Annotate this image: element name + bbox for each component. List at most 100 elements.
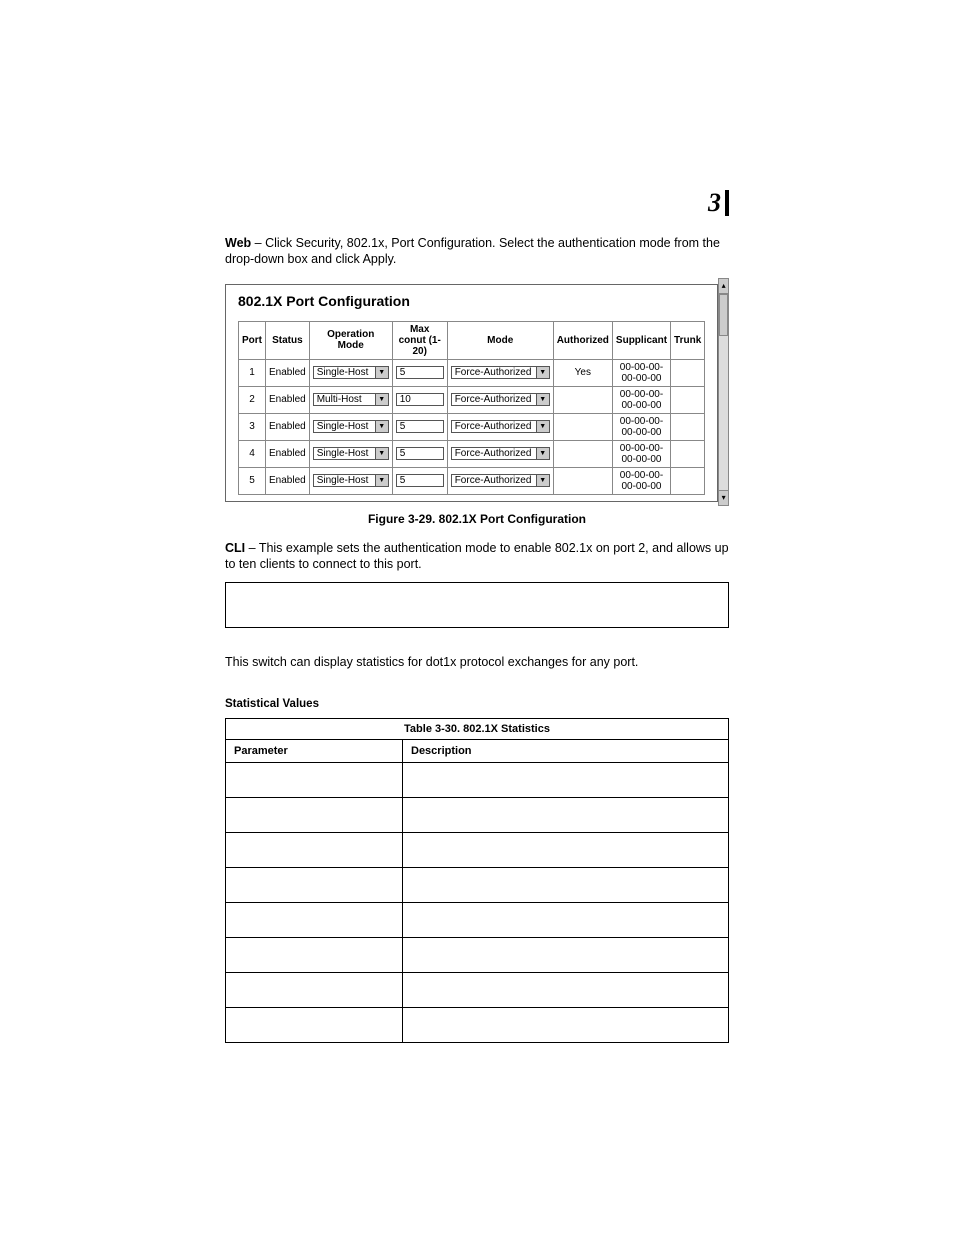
stats-desc: The number of EAPOL Logoff frames that h… [403,798,729,833]
web-instructions: Web – Click Security, 802.1x, Port Confi… [225,235,729,268]
stats-param: Rx EAPOL Invalid [226,833,403,868]
table-row: 2EnabledMulti-Host▼ 10 Force-Authorized▼ 00… [239,386,705,413]
authorized-cell [553,440,612,467]
stats-param: Rx EAPOL Logoff [226,798,403,833]
port-cell: 3 [239,413,266,440]
port-config-table: Port Status Operation Mode Max conut (1-… [238,321,705,495]
status-cell: Enabled [266,359,310,386]
status-cell: Enabled [266,386,310,413]
stats-param: Rx EAP LenError [226,973,403,1008]
stats-table-title: Table 3-30. 802.1X Statistics [226,719,729,740]
scroll-up-icon[interactable]: ▴ [718,278,729,294]
stats-param-header: Parameter [226,740,403,763]
table-row: Rx EAP Resp/OthThe number of valid EAP R… [226,938,729,973]
table-row: 1EnabledSingle-Host▼ 5 Force-Authorized▼Ye… [239,359,705,386]
max-count-input[interactable]: 5 [396,420,444,433]
operation-mode-select[interactable]: Multi-Host▼ [313,393,389,406]
supplicant-cell: 00-00-00-00-00-00 [612,467,670,494]
cli-codebox [225,582,729,628]
mode-select[interactable]: Force-Authorized▼ [451,366,550,379]
cli-instructions: CLI – This example sets the authenticati… [225,540,729,573]
col-opmode: Operation Mode [309,321,392,359]
chevron-down-icon: ▼ [375,394,388,405]
operation-mode-select[interactable]: Single-Host▼ [313,366,389,379]
chevron-down-icon: ▼ [536,421,549,432]
chevron-down-icon: ▼ [536,475,549,486]
port-cell: 1 [239,359,266,386]
col-status: Status [266,321,310,359]
status-cell: Enabled [266,440,310,467]
stats-param: Rx EAP Resp/Oth [226,938,403,973]
figure-caption: Figure 3-29. 802.1X Port Configuration [225,512,729,526]
operation-mode-select[interactable]: Single-Host▼ [313,447,389,460]
mode-select[interactable]: Force-Authorized▼ [451,474,550,487]
stats-desc: The number of EAPOL Start frames that ha… [403,763,729,798]
chevron-down-icon: ▼ [375,421,388,432]
authorized-cell [553,413,612,440]
trunk-cell [671,359,705,386]
col-trunk: Trunk [671,321,705,359]
authorized-cell: Yes [553,359,612,386]
stats-desc: The protocol version number carried in t… [403,1008,729,1043]
max-count-input[interactable]: 5 [396,366,444,379]
stats-desc: The number of EAPOL frames that have bee… [403,973,729,1008]
chevron-down-icon: ▼ [536,394,549,405]
stats-desc: The number of EAPOL frames that have bee… [403,833,729,868]
chapter-marker: 3 [708,190,729,216]
max-count-input[interactable]: 10 [396,393,444,406]
mode-select[interactable]: Force-Authorized▼ [451,393,550,406]
figure-container: 802.1X Port Configuration Port Status Op… [225,278,729,506]
figure-title: 802.1X Port Configuration [238,293,705,309]
stats-param: Rx EAP Resp/Id [226,903,403,938]
table-row: Rx EAP Resp/IdThe number of EAP Resp/Id … [226,903,729,938]
authorized-cell [553,386,612,413]
stats-param: Rx Last EAPOLVer [226,1008,403,1043]
status-cell: Enabled [266,467,310,494]
chevron-down-icon: ▼ [536,367,549,378]
stats-param: Rx EAPOL Start [226,763,403,798]
port-cell: 4 [239,440,266,467]
table-row: 5EnabledSingle-Host▼5Force-Authorized▼00… [239,467,705,494]
stats-desc: The number of EAP Resp/Id frames that ha… [403,903,729,938]
stats-intro: This switch can display statistics for d… [225,654,729,670]
col-auth: Authorized [553,321,612,359]
authorized-cell [553,467,612,494]
max-count-input[interactable]: 5 [396,447,444,460]
table-row: Rx EAPOL LogoffThe number of EAPOL Logof… [226,798,729,833]
max-count-input[interactable]: 5 [396,474,444,487]
statistical-values-heading: Statistical Values [225,698,729,710]
operation-mode-select[interactable]: Single-Host▼ [313,420,389,433]
chevron-down-icon: ▼ [375,367,388,378]
operation-mode-select[interactable]: Single-Host▼ [313,474,389,487]
col-port: Port [239,321,266,359]
table-row: Rx EAPOL TotalThe number of valid EAPOL … [226,868,729,903]
stats-desc: The number of valid EAPOL frames of any … [403,868,729,903]
col-maxcount: Max conut (1-20) [392,321,447,359]
scroll-down-icon[interactable]: ▾ [718,490,729,506]
table-row: Rx EAP LenErrorThe number of EAPOL frame… [226,973,729,1008]
supplicant-cell: 00-00-00-00-00-00 [612,386,670,413]
chevron-down-icon: ▼ [375,475,388,486]
supplicant-cell: 00-00-00-00-00-00 [612,359,670,386]
supplicant-cell: 00-00-00-00-00-00 [612,440,670,467]
statistics-table: Table 3-30. 802.1X Statistics Parameter … [225,718,729,1043]
scrollbar[interactable]: ▴ ▾ [718,278,729,506]
trunk-cell [671,386,705,413]
table-row: 4EnabledSingle-Host▼ 5 Force-Authorized▼ 00… [239,440,705,467]
table-row: Rx EAPOL StartThe number of EAPOL Start … [226,763,729,798]
stats-desc: The number of valid EAP Response frames … [403,938,729,973]
scrollbar-thumb[interactable] [719,294,728,336]
port-cell: 2 [239,386,266,413]
mode-select[interactable]: Force-Authorized▼ [451,447,550,460]
stats-desc-header: Description [403,740,729,763]
port-cell: 5 [239,467,266,494]
col-mode: Mode [447,321,553,359]
status-cell: Enabled [266,413,310,440]
chevron-down-icon: ▼ [536,448,549,459]
supplicant-cell: 00-00-00-00-00-00 [612,413,670,440]
chevron-down-icon: ▼ [375,448,388,459]
table-row: Rx EAPOL InvalidThe number of EAPOL fram… [226,833,729,868]
mode-select[interactable]: Force-Authorized▼ [451,420,550,433]
table-row: 3EnabledSingle-Host▼ 5 Force-Authorized▼ 00… [239,413,705,440]
table-row: Rx Last EAPOLVerThe protocol version num… [226,1008,729,1043]
